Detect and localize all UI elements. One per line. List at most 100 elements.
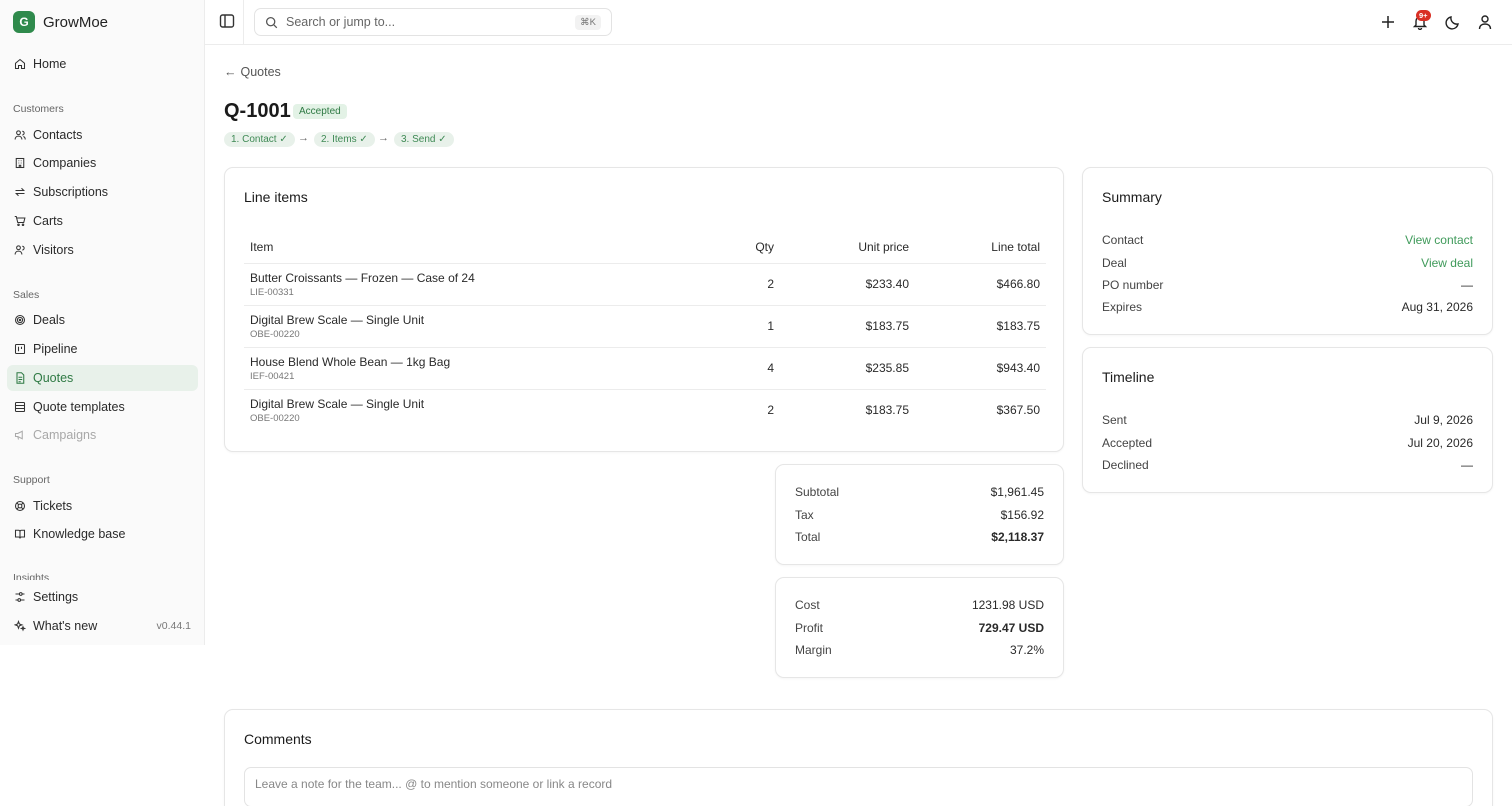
table-row[interactable]: Butter Croissants — Frozen — Case of 24 L… (244, 263, 1046, 306)
sent-value: Jul 9, 2026 (1414, 413, 1473, 427)
subtotal-value: $1,961.45 (990, 485, 1044, 499)
table-row[interactable]: Digital Brew Scale — Single Unit OBE-0022… (244, 305, 1046, 348)
profit-label: Profit (795, 621, 824, 635)
line-items-card: Line items Item Qty Unit price Line tota… (224, 167, 1064, 452)
table-row[interactable]: Digital Brew Scale — Single Unit OBE-0022… (244, 389, 1046, 431)
search-icon (265, 16, 278, 28)
sidebar-item-companies[interactable]: Companies (7, 150, 198, 176)
sidebar-item-carts[interactable]: Carts (7, 208, 198, 234)
item-sku: OBE-00220 (250, 328, 300, 340)
sidebar-item-whats-new[interactable]: What's new v0.44.1 (7, 613, 198, 639)
sidebar-toggle-icon[interactable] (219, 13, 235, 29)
sidebar-item-tickets[interactable]: Tickets (7, 493, 198, 519)
file-text-icon (16, 372, 25, 384)
subtotal-row: Subtotal $1,961.45 (795, 485, 1044, 499)
summary-title: Summary (1102, 189, 1162, 205)
total-row: Total $2,118.37 (795, 530, 1044, 544)
user-icon[interactable] (1477, 14, 1493, 30)
timeline-card: Timeline Sent Jul 9, 2026 Accepted Jul 2… (1082, 347, 1493, 493)
sliders-icon (15, 592, 25, 602)
contact-row: Contact View contact (1102, 233, 1473, 247)
comment-input[interactable]: Leave a note for the team... @ to mentio… (244, 767, 1473, 806)
repeat-icon (14, 187, 26, 197)
step-send[interactable]: 3. Send ✓ (394, 132, 454, 147)
brand[interactable]: G GrowMoe (13, 11, 108, 33)
version-label: v0.44.1 (156, 620, 191, 632)
step-items[interactable]: 2. Items ✓ (314, 132, 375, 147)
book-icon (14, 529, 26, 539)
users-icon (14, 130, 26, 140)
sent-label: Sent (1102, 413, 1127, 427)
sent-row: Sent Jul 9, 2026 (1102, 413, 1473, 427)
sidebar-item-label: Campaigns (33, 428, 97, 442)
sidebar-item-home[interactable]: Home (7, 51, 198, 77)
sidebar-item-quote-templates[interactable]: Quote templates (7, 394, 198, 420)
view-contact-link[interactable]: View contact (1405, 233, 1473, 247)
qty-cell: 2 (690, 263, 780, 306)
sidebar-item-subscriptions[interactable]: Subscriptions (7, 179, 198, 205)
profit-value: 729.47 USD (978, 621, 1044, 635)
sidebar-item-label: Quotes (33, 371, 74, 385)
total-value: $2,118.37 (991, 530, 1044, 544)
search-shortcut: ⌘K (575, 14, 601, 30)
sidebar-item-pipeline[interactable]: Pipeline (7, 336, 198, 362)
section-label-customers: Customers (13, 103, 64, 115)
plus-icon[interactable] (1380, 14, 1396, 30)
view-deal-link[interactable]: View deal (1421, 256, 1473, 270)
comments-card: Comments Leave a note for the team... @ … (224, 709, 1493, 806)
profit-card: Cost 1231.98 USD Profit 729.47 USD Margi… (775, 577, 1064, 678)
section-label-support: Support (13, 474, 50, 486)
line-total-cell: $466.80 (915, 263, 1046, 306)
declined-value: — (1461, 458, 1473, 472)
line-items-table: Item Qty Unit price Line total Butter Cr… (244, 231, 1046, 431)
expires-label: Expires (1102, 300, 1143, 314)
expires-row: Expires Aug 31, 2026 (1102, 300, 1473, 314)
status-badge: Accepted (293, 104, 347, 119)
qty-cell: 2 (767, 403, 774, 418)
kanban-icon (14, 343, 26, 355)
sidebar-item-knowledge-base[interactable]: Knowledge base (7, 521, 198, 547)
margin-row: Margin 37.2% (795, 643, 1044, 657)
brand-name: GrowMoe (43, 13, 109, 31)
cost-row: Cost 1231.98 USD (795, 598, 1044, 612)
margin-value: 37.2% (1009, 643, 1044, 657)
declined-row: Declined — (1102, 458, 1473, 472)
item-sku: IEF-00421 (250, 370, 295, 382)
sparkles-icon (14, 620, 26, 632)
step-contact[interactable]: 1. Contact ✓ (224, 132, 295, 147)
line-items-title: Line items (244, 189, 308, 205)
item-name: Butter Croissants — Frozen — Case of 24 (250, 270, 475, 285)
sidebar-item-deals[interactable]: Deals (7, 307, 198, 333)
expires-value: Aug 31, 2026 (1401, 300, 1473, 314)
moon-icon[interactable] (1445, 14, 1461, 30)
page-title: Q-1001 (224, 100, 291, 122)
margin-label: Margin (795, 643, 832, 657)
sidebar-item-campaigns[interactable]: Campaigns (7, 422, 198, 448)
home-icon (14, 58, 26, 70)
back-to-quotes-link[interactable]: ← Quotes (224, 65, 281, 79)
tax-value: $156.92 (1000, 508, 1044, 522)
layout-icon (14, 401, 26, 413)
line-total-cell: $943.40 (915, 347, 1046, 390)
declined-label: Declined (1102, 458, 1149, 472)
sidebar-item-quotes[interactable]: Quotes (7, 365, 198, 391)
sidebar-item-visitors[interactable]: Visitors (7, 237, 198, 263)
search-input[interactable]: Search or jump to... ⌘K (254, 8, 612, 36)
sidebar-item-label: Subscriptions (33, 185, 109, 199)
arrow-right-icon: → (298, 132, 309, 144)
summary-card: Summary Contact View contact Deal View d… (1082, 167, 1493, 335)
item-name: Digital Brew Scale — Single Unit (250, 396, 425, 411)
table-row[interactable]: House Blend Whole Bean — 1kg Bag IEF-0042… (244, 347, 1046, 390)
sidebar-item-contacts[interactable]: Contacts (7, 122, 198, 148)
sidebar-item-label: Companies (33, 156, 97, 170)
cost-value: 1231.98 USD (971, 598, 1044, 612)
po-number-row: PO number — (1102, 278, 1473, 292)
sidebar: G GrowMoe Home Customers Contacts Compan… (0, 0, 205, 645)
timeline-title: Timeline (1102, 369, 1155, 385)
sidebar-item-settings[interactable]: Settings (7, 584, 198, 610)
contact-label: Contact (1102, 233, 1144, 247)
section-label-insights: Insights (13, 573, 50, 580)
unit-price-cell: $233.40 (780, 263, 915, 306)
search-placeholder: Search or jump to... (286, 15, 396, 29)
column-header-unit-price: Unit price (780, 231, 915, 264)
